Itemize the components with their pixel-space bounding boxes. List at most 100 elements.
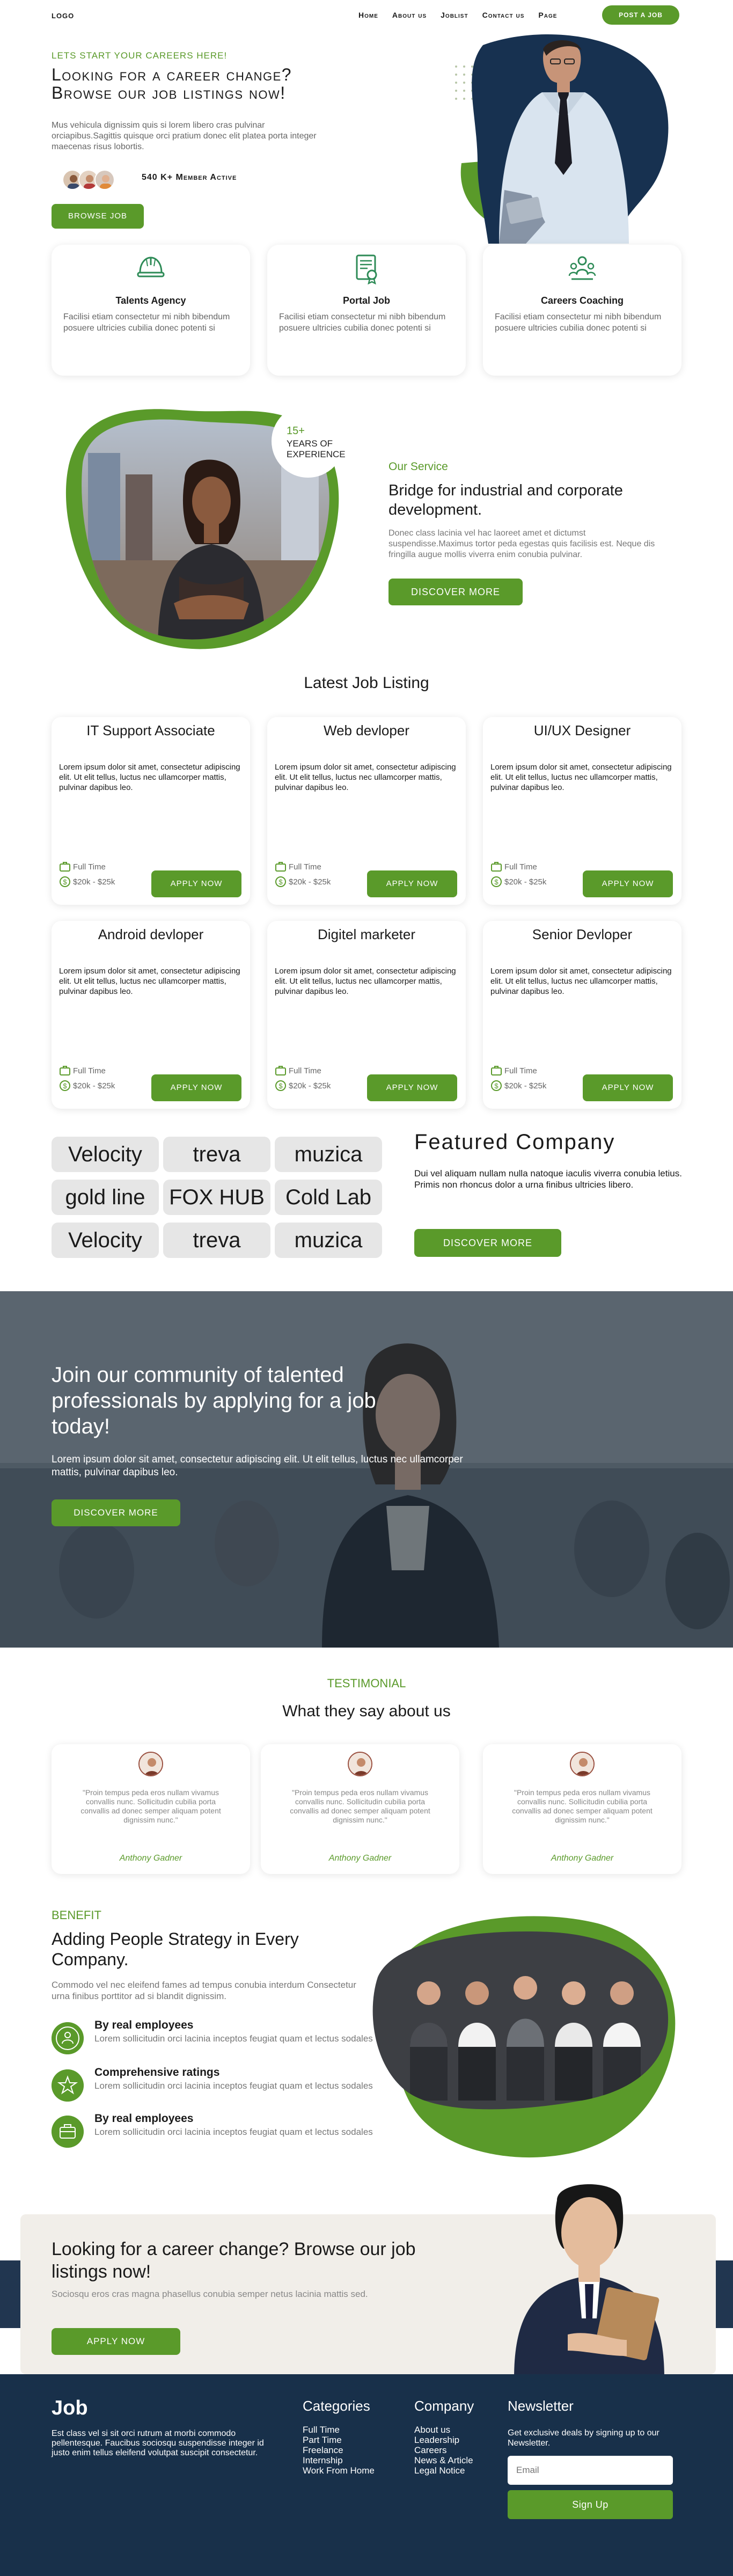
feature-text: Facilisi etiam consectetur mi nibh biben…: [495, 312, 662, 333]
apply-now-button[interactable]: APPLY NOW: [583, 1074, 673, 1101]
job-type: Full Time: [275, 861, 321, 873]
footer-link-part-time[interactable]: Part Time: [303, 2435, 375, 2445]
feature-card-talents[interactable]: Talents Agency Facilisi etiam consectetu…: [52, 245, 250, 376]
company-list: About us Leadership Careers News & Artic…: [414, 2425, 473, 2476]
briefcase-icon: [275, 862, 286, 872]
footer-link-about[interactable]: About us: [414, 2425, 473, 2435]
hero-title: Looking for a career change? Browse our …: [52, 65, 292, 103]
job-description: Lorem ipsum dolor sit amet, consectetur …: [275, 967, 456, 996]
job-type: Full Time: [59, 861, 106, 873]
job-card[interactable]: Digitel marketer Lorem ipsum dolor sit am…: [267, 921, 466, 1109]
footer-link-work-from-home[interactable]: Work From Home: [303, 2465, 375, 2476]
apply-now-button[interactable]: APPLY NOW: [583, 870, 673, 897]
job-salary: $ $20k - $25k: [275, 876, 331, 888]
benefit-item-title: By real employees: [94, 2019, 194, 2031]
job-card[interactable]: IT Support Associate Lorem ipsum dolor si…: [52, 717, 250, 905]
benefit-item: Comprehensive ratings Lorem sollicitudin…: [52, 2066, 373, 2104]
apply-now-button[interactable]: APPLY NOW: [151, 1074, 241, 1101]
apply-now-button[interactable]: APPLY NOW: [367, 870, 457, 897]
footer-link-full-time[interactable]: Full Time: [303, 2425, 375, 2435]
footer-link-legal[interactable]: Legal Notice: [414, 2465, 473, 2476]
company-tag[interactable]: Velocity: [52, 1223, 159, 1258]
footer-link-leadership[interactable]: Leadership: [414, 2435, 473, 2445]
benefit-item-title: By real employees: [94, 2112, 194, 2125]
job-type-label: Full Time: [73, 1066, 106, 1075]
svg-text:$: $: [494, 1082, 499, 1090]
svg-text:$: $: [278, 878, 283, 886]
main-menu: Home About us Joblist Contact us Page: [358, 11, 557, 19]
nav-page-link[interactable]: Page: [538, 11, 557, 19]
newsletter-signup-button[interactable]: Sign Up: [508, 2490, 673, 2519]
footer-link-careers[interactable]: Careers: [414, 2445, 473, 2455]
footer: Job Est class vel si sit orci rutrum at …: [0, 2374, 733, 2576]
dollar-icon: $: [491, 1080, 502, 1091]
site-logo[interactable]: LOGO: [52, 12, 74, 20]
job-description: Lorem ipsum dolor sit amet, consectetur …: [59, 763, 240, 792]
featured-company-title: Featured Company: [414, 1130, 615, 1154]
benefit-item: By real employees Lorem sollicitudin orc…: [52, 2112, 373, 2150]
nav-home-link[interactable]: Home: [358, 11, 378, 19]
job-type-label: Full Time: [504, 1066, 537, 1075]
benefit-item-text: Lorem sollicitudin orci lacinia inceptos…: [94, 2033, 373, 2044]
benefit-item: By real employees Lorem sollicitudin orc…: [52, 2019, 373, 2057]
company-tag[interactable]: FOX HUB: [163, 1180, 270, 1215]
testimonial-author: Anthony Gadner: [119, 1854, 182, 1863]
job-card[interactable]: Web devloper Lorem ipsum dolor sit amet, …: [267, 717, 466, 905]
browse-job-button[interactable]: BROWSE JOB: [52, 204, 144, 229]
job-title: Senior Devloper: [532, 926, 633, 942]
helmet-icon: [137, 257, 165, 277]
job-salary-label: $20k - $25k: [289, 877, 331, 887]
employee-icon: [52, 2022, 84, 2054]
newsletter-email-input[interactable]: [508, 2456, 673, 2485]
job-type-label: Full Time: [289, 862, 321, 872]
job-description: Lorem ipsum dolor sit amet, consectetur …: [490, 967, 672, 996]
company-tag[interactable]: Cold Lab: [275, 1180, 382, 1215]
company-tag[interactable]: muzica: [275, 1137, 382, 1172]
company-tag[interactable]: muzica: [275, 1223, 382, 1258]
job-description: Lorem ipsum dolor sit amet, consectetur …: [275, 763, 456, 792]
job-salary-label: $20k - $25k: [73, 1081, 115, 1091]
nav-joblist-link[interactable]: Joblist: [441, 11, 468, 19]
post-job-button[interactable]: POST A JOB: [602, 5, 679, 25]
svg-text:$: $: [63, 878, 67, 886]
banner-discover-button[interactable]: DISCOVER MORE: [52, 1499, 180, 1526]
discover-more-button[interactable]: DISCOVER MORE: [389, 579, 523, 605]
job-card[interactable]: Android devloper Lorem ipsum dolor sit am…: [52, 921, 250, 1109]
job-title: IT Support Associate: [86, 722, 215, 738]
company-tag[interactable]: gold line: [52, 1180, 159, 1215]
cta-person-illustration: [514, 2184, 664, 2379]
footer-link-news[interactable]: News & Article: [414, 2455, 473, 2465]
dollar-icon: $: [60, 1080, 70, 1091]
footer-link-freelance[interactable]: Freelance: [303, 2445, 375, 2455]
company-tag[interactable]: Velocity: [52, 1137, 159, 1172]
job-card[interactable]: Senior Devloper Lorem ipsum dolor sit ame…: [483, 921, 681, 1109]
cta-text: Sociosqu eros cras magna phasellus conub…: [52, 2289, 368, 2299]
company-tag[interactable]: treva: [163, 1223, 270, 1258]
job-type: Full Time: [490, 861, 537, 873]
avatar: [348, 1752, 372, 1776]
apply-now-button[interactable]: APPLY NOW: [367, 1074, 457, 1101]
footer-logo[interactable]: Job: [52, 2397, 88, 2420]
nav-contact-link[interactable]: Contact us: [482, 11, 525, 19]
dollar-icon: $: [275, 876, 286, 887]
apply-now-button[interactable]: APPLY NOW: [151, 870, 241, 897]
cta-apply-button[interactable]: APPLY NOW: [52, 2328, 180, 2355]
nav-about-link[interactable]: About us: [392, 11, 427, 19]
benefit-kicker: BENEFIT: [52, 1908, 101, 1922]
feature-card-coaching[interactable]: Careers Coaching Facilisi etiam consecte…: [483, 245, 681, 376]
footer-link-internship[interactable]: Internship: [303, 2455, 375, 2465]
feature-title: Talents Agency: [115, 295, 186, 306]
testimonial-card: "Proin tempus peda eros nullam vivamus c…: [261, 1744, 459, 1874]
featured-discover-button[interactable]: DISCOVER MORE: [414, 1229, 561, 1257]
about-text: Donec class lacinia vel hac laoreet amet…: [389, 529, 655, 559]
feature-card-portal[interactable]: Portal Job Facilisi etiam consectetur mi…: [267, 245, 466, 376]
company-tag[interactable]: treva: [163, 1137, 270, 1172]
job-salary-label: $20k - $25k: [504, 877, 547, 887]
hero-text: Mus vehicula dignissim quis si lorem lib…: [52, 121, 317, 151]
job-salary-label: $20k - $25k: [289, 1081, 331, 1091]
svg-text:$: $: [494, 878, 499, 886]
dollar-icon: $: [275, 1080, 286, 1091]
feature-text: Facilisi etiam consectetur mi nibh biben…: [279, 312, 446, 333]
job-card[interactable]: UI/UX Designer Lorem ipsum dolor sit amet…: [483, 717, 681, 905]
briefcase-icon: [491, 1066, 502, 1075]
